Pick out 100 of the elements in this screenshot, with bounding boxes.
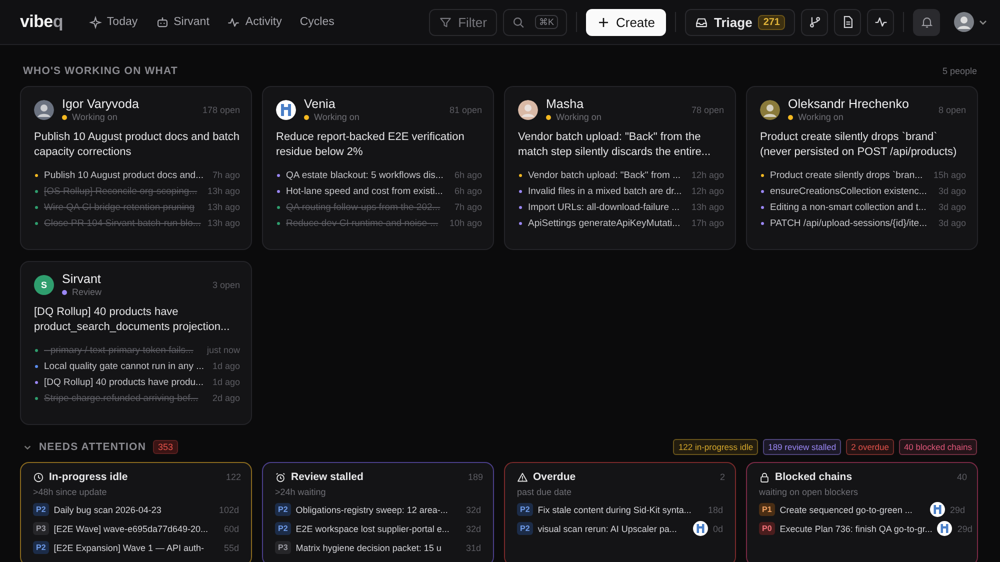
issue-link[interactable]: Import URLs: all-download-failure ... <box>528 202 686 212</box>
timestamp: 17h ago <box>691 218 724 228</box>
priority-badge: P2 <box>275 522 291 535</box>
priority-badge: P2 <box>517 522 533 535</box>
section-title: WHO'S WORKING ON WHAT <box>23 65 178 77</box>
status-label: Working on <box>798 112 844 122</box>
nav-link[interactable]: Today <box>82 12 144 32</box>
timestamp: 3d ago <box>938 202 966 212</box>
issue-link[interactable]: visual scan rerun: AI Upscaler pa... <box>538 524 688 534</box>
issue-link[interactable]: [E2E Wave] wave-e695da77d649-20... <box>54 524 219 534</box>
create-button[interactable]: Create <box>586 8 666 36</box>
age: 29d <box>957 524 974 534</box>
issue-link[interactable]: Local quality gate cannot run in any ... <box>44 360 206 372</box>
issue-link[interactable]: Execute Plan 736: finish QA go-to-gr... <box>780 524 932 534</box>
person-name: Venia <box>304 97 336 111</box>
timestamp: 13h ago <box>207 202 240 212</box>
timestamp: 10h ago <box>449 218 482 228</box>
priority-badge: P2 <box>33 503 49 516</box>
summary-chip[interactable]: 2 overdue <box>846 439 894 455</box>
nav-link[interactable]: Activity <box>221 12 288 32</box>
priority-badge: P2 <box>275 503 291 516</box>
age: 60d <box>224 524 240 534</box>
status-label: Working on <box>556 112 602 122</box>
avatar: S <box>34 274 54 294</box>
age: 32d <box>466 504 482 514</box>
card-title: In-progress idle <box>49 471 129 483</box>
timestamp: 7h ago <box>454 202 482 212</box>
timestamp: 12h ago <box>691 186 724 196</box>
card-subtitle: waiting on open blockers <box>759 487 860 497</box>
age: 0d <box>712 524 724 534</box>
issue-link[interactable]: Fix stale content during Sid-Kit synta... <box>538 504 703 514</box>
count-badge: 271 <box>758 14 785 30</box>
open-count: 81 open <box>449 104 482 114</box>
issue-link[interactable]: ensureCreationsCollection existenc... <box>770 186 932 196</box>
issue-link[interactable]: Product create silently drops `bran... <box>770 170 928 180</box>
summary-chip[interactable]: 122 in-progress idle <box>673 439 758 455</box>
timestamp: 1d ago <box>212 377 240 387</box>
status-label: Working on <box>314 112 360 122</box>
issue-link[interactable]: [E2E Expansion] Wave 1 — API auth- <box>54 542 219 552</box>
timestamp: 7h ago <box>212 170 240 180</box>
card-title: Overdue <box>533 471 577 483</box>
card-subtitle: >48h since update <box>33 487 108 497</box>
summary-chip[interactable]: 189 review stalled <box>763 439 842 455</box>
summary-chip[interactable]: 40 blocked chains <box>898 439 977 455</box>
issue-link[interactable]: Create sequenced go-to-green ... <box>780 504 925 514</box>
open-count: 78 open <box>691 104 724 114</box>
issue-count: 189 <box>468 472 483 482</box>
timestamp: 3d ago <box>938 186 966 196</box>
person-name: Igor Varyvoda <box>62 97 140 111</box>
issue-count: 40 <box>956 472 967 482</box>
status-label: Working on <box>72 112 118 122</box>
person-name: Masha <box>546 97 585 111</box>
section-title: NEEDS ATTENTION <box>39 441 146 453</box>
triage-button[interactable]: Triage 271 <box>685 8 795 36</box>
card-subtitle: past due date <box>517 487 573 497</box>
task-title: Publish 10 August product docs and batch capacity corrections <box>34 130 240 160</box>
issue-count: 122 <box>226 472 241 482</box>
issue-link[interactable]: E2E workspace lost supplier-portal e... <box>296 524 461 534</box>
priority-badge: P3 <box>33 522 49 535</box>
person-name: Sirvant <box>62 272 102 286</box>
age: 31d <box>466 542 482 552</box>
timestamp: 12h ago <box>691 170 724 180</box>
issue-link[interactable]: [DQ Rollup] 40 products have produ... <box>44 376 206 388</box>
priority-badge: P0 <box>759 522 775 535</box>
issue-link[interactable]: Editing a non-smart collection and t... <box>770 202 932 212</box>
logo[interactable]: vibeq <box>20 12 63 32</box>
filter-button[interactable]: Filter <box>429 8 497 36</box>
timestamp: 3d ago <box>938 218 966 228</box>
priority-badge: P2 <box>517 503 533 516</box>
nav-link[interactable]: Cycles <box>294 12 340 32</box>
issue-link[interactable]: Matrix hygiene decision packet: 15 u <box>296 542 461 552</box>
timestamp: 13h ago <box>691 202 724 212</box>
timestamp: 15h ago <box>933 170 966 180</box>
issue-link[interactable]: Daily bug scan 2026-04-23 <box>54 504 214 514</box>
priority-badge: P1 <box>759 503 775 516</box>
priority-badge: P2 <box>33 541 49 554</box>
age: 102d <box>218 504 240 514</box>
age: 18d <box>708 504 724 514</box>
open-count: 8 open <box>938 104 966 114</box>
timestamp: just now <box>206 345 240 355</box>
search-button[interactable]: ⌘K <box>502 8 567 36</box>
shortcut-key: ⌘K <box>534 15 558 29</box>
issue-link[interactable]: Obligations-registry sweep: 12 area-... <box>296 504 461 514</box>
issue-link[interactable]: Invalid files in a mixed batch are dr... <box>528 186 686 196</box>
people-count: 5 people <box>942 66 977 76</box>
issue-link[interactable]: QA estate blackout: 5 workflows dis... <box>286 170 448 180</box>
issue-link[interactable]: Publish 10 August product docs and... <box>44 170 206 180</box>
issue-link[interactable]: Hot-lane speed and cost from existi... <box>286 186 448 196</box>
task-title: Vendor batch upload: "Back" from the match step silently discards the entire... <box>518 130 712 160</box>
timestamp: 13h ago <box>207 218 240 228</box>
count-badge: 353 <box>153 440 178 454</box>
age: 32d <box>466 524 482 534</box>
card-subtitle: >24h waiting <box>275 487 327 497</box>
issue-link[interactable]: ApiSettings generateApiKeyMutati... <box>528 218 686 228</box>
person-name: Oleksandr Hrechenko <box>788 97 910 111</box>
issue-link[interactable]: PATCH /api/upload-sessions/{id}/ite... <box>770 218 932 228</box>
nav-link[interactable]: Sirvant <box>150 12 216 32</box>
issue-link[interactable]: Vendor batch upload: "Back" from ... <box>528 170 686 180</box>
age: 55d <box>224 542 240 552</box>
timestamp: 6h ago <box>454 186 482 196</box>
